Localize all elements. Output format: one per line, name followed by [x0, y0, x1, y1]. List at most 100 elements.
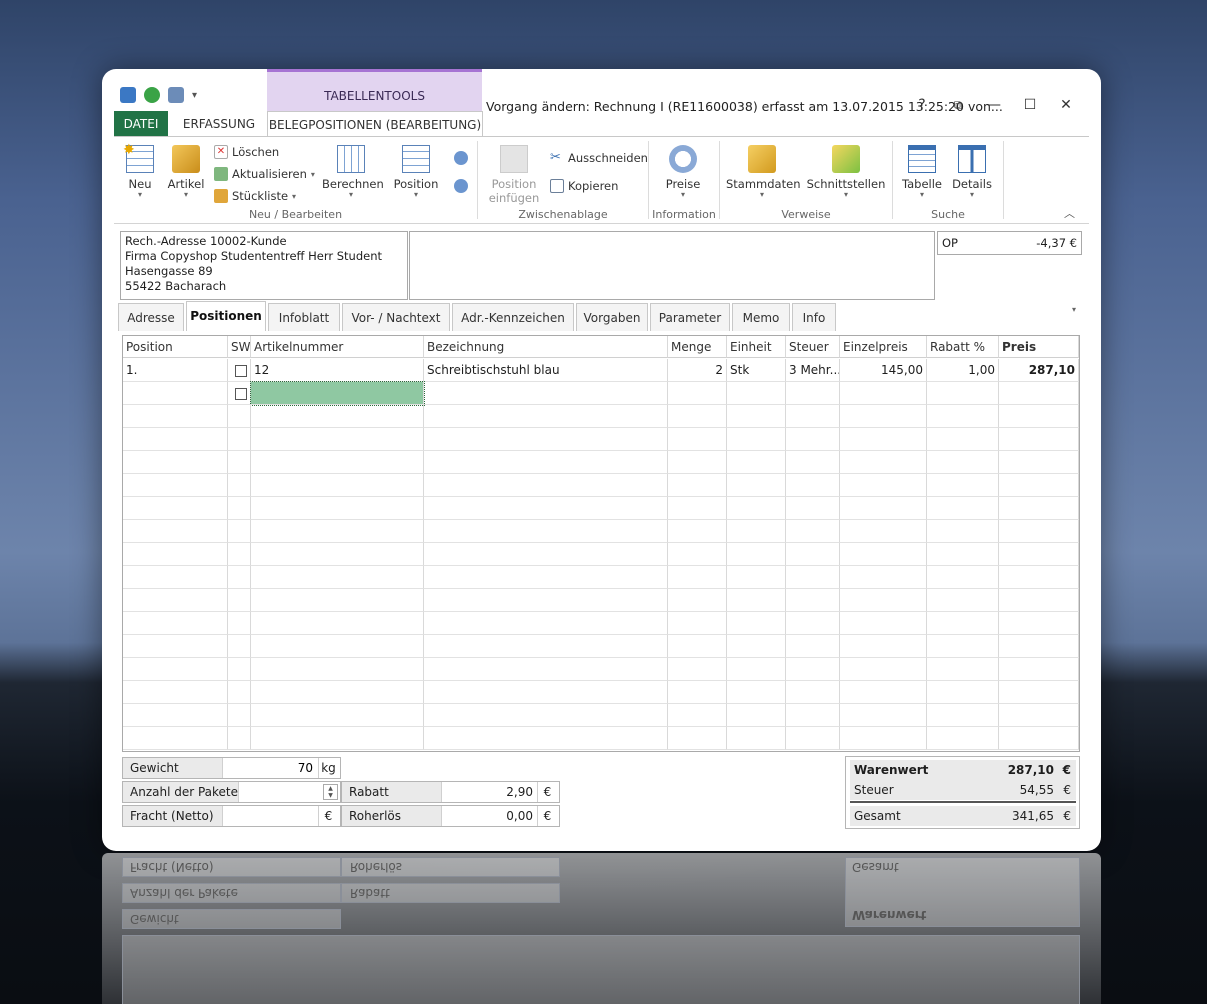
empty-cell[interactable]: [123, 451, 228, 474]
empty-cell[interactable]: [727, 681, 786, 704]
empty-cell[interactable]: [251, 474, 424, 497]
empty-cell[interactable]: [424, 497, 668, 520]
empty-cell[interactable]: [927, 497, 999, 520]
tab-belegpositionen[interactable]: BELEGPOSITIONEN (BEARBEITUNG): [267, 111, 483, 137]
gewicht-input[interactable]: [225, 759, 317, 777]
empty-cell[interactable]: [927, 635, 999, 658]
empty-cell[interactable]: [424, 589, 668, 612]
tab-adr-kennzeichen[interactable]: Adr.-Kennzeichen: [452, 303, 574, 331]
empty-cell[interactable]: [927, 727, 999, 750]
sw-checkbox[interactable]: [235, 387, 247, 400]
cell-steuer[interactable]: 3 Mehr...: [786, 359, 840, 382]
empty-cell[interactable]: [727, 405, 786, 428]
empty-cell[interactable]: [123, 612, 228, 635]
tab-positionen[interactable]: Positionen: [186, 301, 266, 331]
position-button[interactable]: Position ▾: [392, 145, 440, 199]
empty-cell[interactable]: [727, 474, 786, 497]
empty-cell[interactable]: [999, 566, 1079, 589]
empty-cell[interactable]: [786, 658, 840, 681]
empty-cell[interactable]: [786, 635, 840, 658]
empty-cell[interactable]: [668, 474, 727, 497]
empty-cell[interactable]: [228, 543, 251, 566]
empty-cell[interactable]: [228, 704, 251, 727]
empty-cell[interactable]: [668, 405, 727, 428]
empty-cell[interactable]: [727, 543, 786, 566]
empty-cell[interactable]: [786, 727, 840, 750]
empty-cell[interactable]: [927, 428, 999, 451]
empty-cell[interactable]: [668, 428, 727, 451]
empty-cell[interactable]: [123, 681, 228, 704]
empty-cell[interactable]: [424, 543, 668, 566]
empty-cell[interactable]: [927, 520, 999, 543]
empty-cell[interactable]: [927, 543, 999, 566]
empty-cell[interactable]: [668, 520, 727, 543]
empty-cell[interactable]: [123, 474, 228, 497]
monitor-icon[interactable]: [168, 87, 184, 103]
column-header-sw[interactable]: SW: [228, 336, 251, 358]
empty-cell[interactable]: [727, 727, 786, 750]
empty-cell[interactable]: [123, 543, 228, 566]
new-row-cell-artikelnummer[interactable]: [250, 381, 425, 406]
empty-cell[interactable]: [999, 589, 1079, 612]
empty-cell[interactable]: [999, 451, 1079, 474]
empty-cell[interactable]: [228, 612, 251, 635]
empty-cell[interactable]: [251, 635, 424, 658]
empty-cell[interactable]: [840, 566, 927, 589]
empty-cell[interactable]: [840, 704, 927, 727]
empty-cell[interactable]: [123, 727, 228, 750]
column-header-einzelpreis[interactable]: Einzelpreis: [840, 336, 927, 358]
empty-cell[interactable]: [927, 589, 999, 612]
column-header-rabatt[interactable]: Rabatt %: [927, 336, 999, 358]
cell-artikelnummer[interactable]: 12: [251, 359, 424, 382]
empty-cell[interactable]: [786, 589, 840, 612]
neu-button[interactable]: ✸ Neu ▾: [120, 142, 160, 199]
empty-cell[interactable]: [228, 497, 251, 520]
details-button[interactable]: Details ▾: [950, 145, 994, 199]
empty-cell[interactable]: [251, 566, 424, 589]
empty-cell[interactable]: [424, 727, 668, 750]
ausschneiden-button[interactable]: ✂ Ausschneiden: [550, 151, 648, 166]
empty-cell[interactable]: [999, 658, 1079, 681]
empty-cell[interactable]: [251, 497, 424, 520]
empty-cell[interactable]: [927, 566, 999, 589]
empty-cell[interactable]: [786, 566, 840, 589]
empty-cell[interactable]: [840, 428, 927, 451]
new-row-cell-rabatt[interactable]: [927, 382, 999, 405]
tab-infoblatt[interactable]: Infoblatt: [268, 303, 340, 331]
empty-cell[interactable]: [251, 681, 424, 704]
column-header-steuer[interactable]: Steuer: [786, 336, 840, 358]
empty-cell[interactable]: [228, 681, 251, 704]
empty-cell[interactable]: [668, 658, 727, 681]
empty-cell[interactable]: [840, 474, 927, 497]
cell-einzelpreis[interactable]: 145,00: [840, 359, 927, 382]
empty-cell[interactable]: [999, 428, 1079, 451]
empty-cell[interactable]: [840, 681, 927, 704]
empty-cell[interactable]: [424, 405, 668, 428]
empty-cell[interactable]: [840, 658, 927, 681]
empty-cell[interactable]: [840, 405, 927, 428]
empty-cell[interactable]: [786, 497, 840, 520]
fracht-input[interactable]: [225, 807, 317, 825]
empty-cell[interactable]: [999, 635, 1079, 658]
column-header-menge[interactable]: Menge: [668, 336, 727, 358]
empty-cell[interactable]: [228, 635, 251, 658]
empty-cell[interactable]: [840, 612, 927, 635]
empty-cell[interactable]: [251, 727, 424, 750]
empty-cell[interactable]: [786, 612, 840, 635]
empty-cell[interactable]: [727, 566, 786, 589]
cell-sw[interactable]: [228, 359, 251, 382]
empty-cell[interactable]: [840, 589, 927, 612]
empty-cell[interactable]: [668, 727, 727, 750]
sw-checkbox[interactable]: [235, 364, 247, 377]
collapse-ribbon-icon[interactable]: ︿: [1064, 205, 1075, 221]
empty-cell[interactable]: [786, 704, 840, 727]
empty-cell[interactable]: [424, 474, 668, 497]
empty-cell[interactable]: [228, 658, 251, 681]
cell-preis[interactable]: 287,10: [999, 359, 1079, 382]
tab-info[interactable]: Info: [792, 303, 836, 331]
empty-cell[interactable]: [251, 543, 424, 566]
empty-cell[interactable]: [251, 451, 424, 474]
empty-cell[interactable]: [840, 635, 927, 658]
new-row-cell-sw[interactable]: [228, 382, 251, 405]
empty-cell[interactable]: [786, 474, 840, 497]
